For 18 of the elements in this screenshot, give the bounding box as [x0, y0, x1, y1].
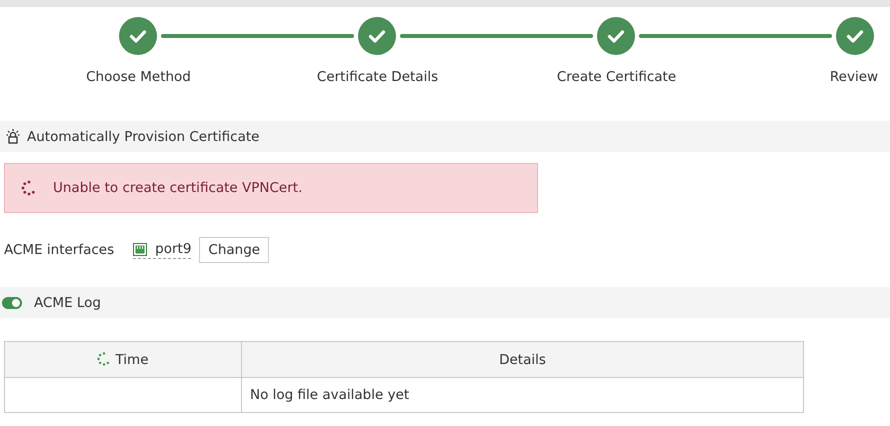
field-label: ACME interfaces: [4, 242, 114, 258]
step-label: Certificate Details: [316, 69, 438, 85]
section-title: ACME Log: [34, 294, 102, 310]
column-header[interactable]: Details: [242, 342, 804, 378]
error-message: Unable to create certificate VPNCert.: [53, 180, 302, 196]
step-label: Choose Method: [86, 69, 191, 85]
step-label: Review: [830, 69, 878, 85]
toggle-switch[interactable]: [2, 296, 22, 308]
spinner-icon: [97, 352, 112, 366]
port-icon: [133, 242, 148, 256]
lock-icon: [6, 129, 20, 144]
column-header[interactable]: Time: [4, 342, 242, 378]
change-button[interactable]: Change: [199, 237, 270, 263]
spinner-icon: [21, 180, 37, 196]
step-label: Create Certificate: [556, 69, 676, 85]
port-link[interactable]: port9: [133, 241, 192, 259]
table-cell: No log file available yet: [242, 378, 804, 412]
section-title: Automatically Provision Certificate: [27, 128, 260, 144]
